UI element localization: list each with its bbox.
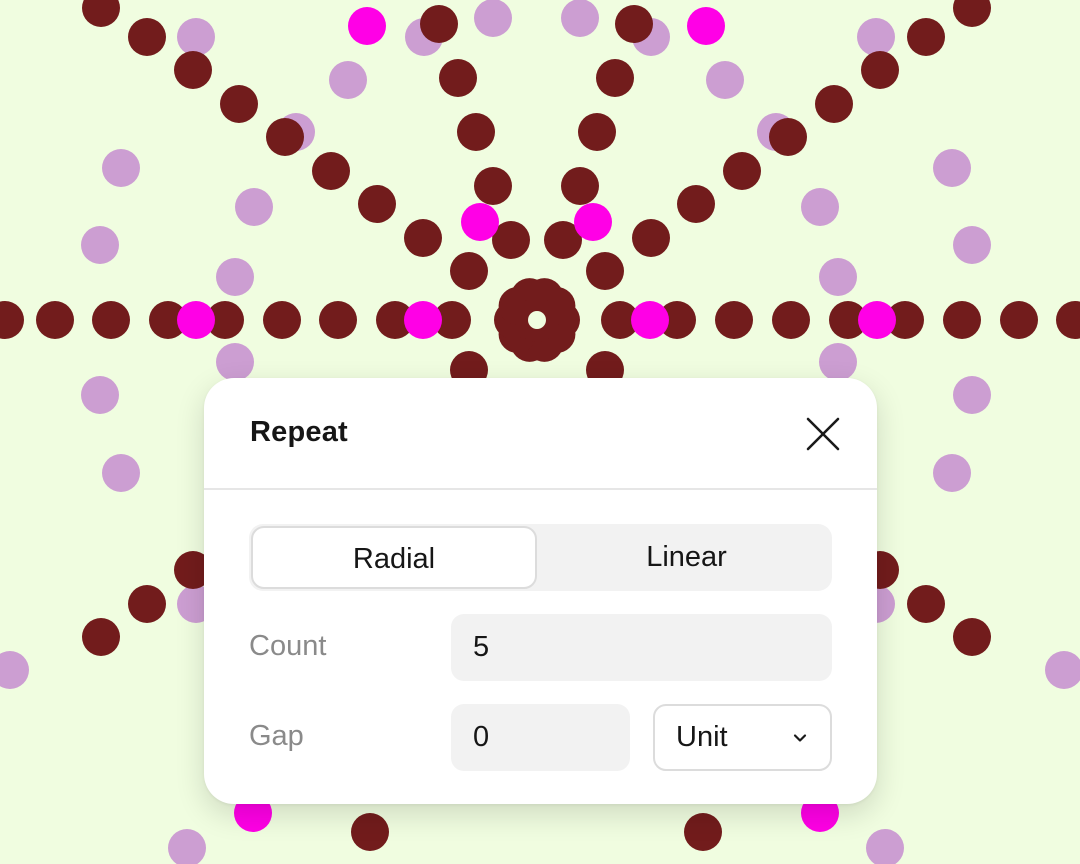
dark-dot — [861, 51, 899, 89]
dark-dot — [943, 301, 981, 339]
magenta-dot — [404, 301, 442, 339]
dark-dot — [36, 301, 74, 339]
dark-dot — [715, 301, 753, 339]
magenta-dot — [461, 203, 499, 241]
magenta-dot — [858, 301, 896, 339]
dark-dot — [82, 0, 120, 27]
dark-dot — [457, 113, 495, 151]
dark-dot — [128, 18, 166, 56]
dark-dot — [266, 118, 304, 156]
lilac-dot — [933, 454, 971, 492]
lilac-dot — [102, 454, 140, 492]
count-label: Count — [249, 630, 327, 662]
magenta-dot — [631, 301, 669, 339]
dark-dot — [907, 585, 945, 623]
lilac-dot — [216, 258, 254, 296]
dark-dot — [684, 813, 722, 851]
lilac-dot — [706, 61, 744, 99]
dark-dot — [769, 118, 807, 156]
magenta-dot — [177, 301, 215, 339]
dark-dot — [632, 219, 670, 257]
gap-input[interactable]: 0 — [451, 704, 630, 771]
dark-dot — [953, 0, 991, 27]
lilac-dot — [1045, 651, 1080, 689]
dark-dot — [586, 252, 624, 290]
magenta-dot — [687, 7, 725, 45]
lilac-dot — [168, 829, 206, 864]
center-flower-hole — [528, 311, 546, 329]
dark-dot — [420, 5, 458, 43]
dark-dot — [174, 51, 212, 89]
unit-select[interactable]: Unit — [653, 704, 832, 771]
dark-dot — [723, 152, 761, 190]
dark-dot — [128, 585, 166, 623]
lilac-dot — [177, 18, 215, 56]
lilac-dot — [216, 343, 254, 381]
chevron-down-icon — [792, 730, 808, 746]
dark-dot — [439, 59, 477, 97]
lilac-dot — [102, 149, 140, 187]
lilac-dot — [953, 226, 991, 264]
dark-dot — [1056, 301, 1080, 339]
dark-dot — [351, 813, 389, 851]
dark-dot — [263, 301, 301, 339]
dark-dot — [450, 252, 488, 290]
dark-dot — [358, 185, 396, 223]
lilac-dot — [819, 343, 857, 381]
lilac-dot — [81, 376, 119, 414]
dark-dot — [953, 618, 991, 656]
lilac-dot — [866, 829, 904, 864]
lilac-dot — [0, 651, 29, 689]
tab-linear[interactable]: Linear — [541, 524, 832, 591]
dialog-header: Repeat — [204, 378, 877, 490]
lilac-dot — [329, 61, 367, 99]
tab-radial[interactable]: Radial — [251, 526, 537, 589]
dark-dot — [596, 59, 634, 97]
lilac-dot — [953, 376, 991, 414]
dark-dot — [1000, 301, 1038, 339]
dark-dot — [815, 85, 853, 123]
dark-dot — [312, 152, 350, 190]
dialog-title: Repeat — [250, 416, 348, 448]
dark-dot — [561, 167, 599, 205]
lilac-dot — [933, 149, 971, 187]
dark-dot — [220, 85, 258, 123]
magenta-dot — [348, 7, 386, 45]
lilac-dot — [474, 0, 512, 37]
dark-dot — [677, 185, 715, 223]
dark-dot — [907, 18, 945, 56]
dark-dot — [0, 301, 24, 339]
dark-dot — [772, 301, 810, 339]
close-icon — [806, 417, 840, 451]
lilac-dot — [235, 188, 273, 226]
close-button[interactable] — [803, 414, 843, 454]
unit-select-value: Unit — [676, 721, 728, 753]
count-input[interactable]: 5 — [451, 614, 832, 681]
dark-dot — [92, 301, 130, 339]
lilac-dot — [81, 226, 119, 264]
magenta-dot — [574, 203, 612, 241]
lilac-dot — [857, 18, 895, 56]
dark-dot — [404, 219, 442, 257]
lilac-dot — [819, 258, 857, 296]
gap-label: Gap — [249, 720, 304, 752]
lilac-dot — [801, 188, 839, 226]
lilac-dot — [561, 0, 599, 37]
dark-dot — [474, 167, 512, 205]
dark-dot — [615, 5, 653, 43]
dark-dot — [319, 301, 357, 339]
dark-dot — [82, 618, 120, 656]
mode-segmented-control: Linear Radial — [249, 524, 832, 591]
repeat-dialog: Repeat Linear Radial Count 5 Gap 0 Unit — [204, 378, 877, 804]
dark-dot — [578, 113, 616, 151]
